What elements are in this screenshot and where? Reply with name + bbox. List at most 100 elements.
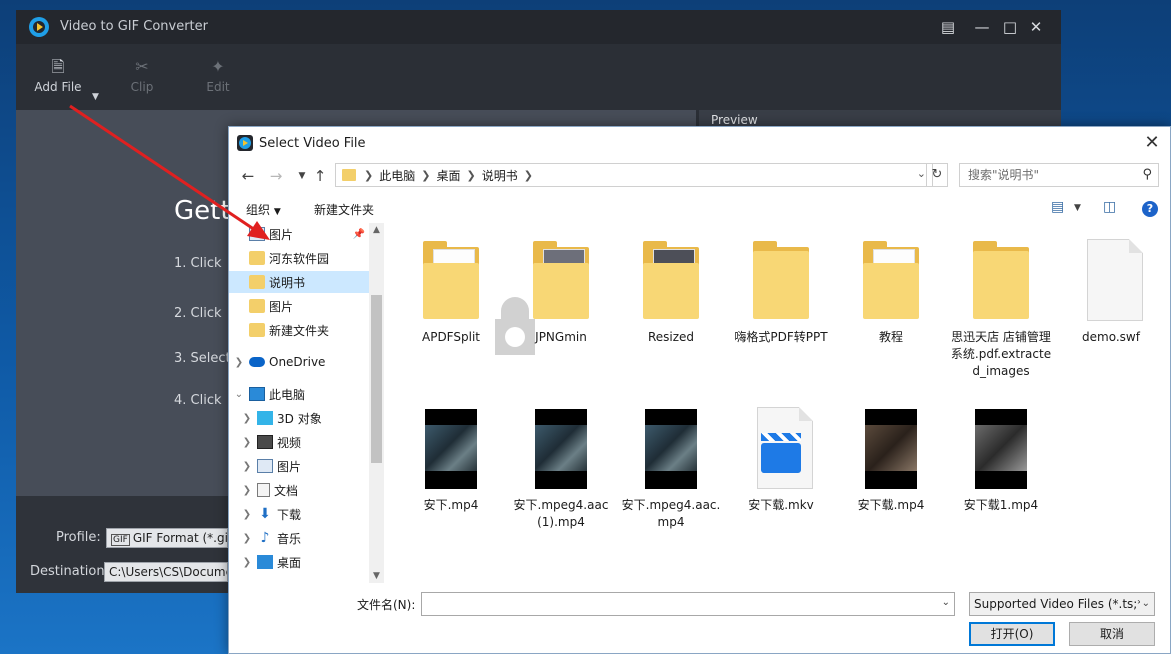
video-file-item[interactable]: 安下.mp4 [399,407,503,514]
chevron-down-icon[interactable]: ⌄ [233,389,245,400]
folder-item[interactable]: 思迅天店 店铺管理系统.pdf.extracted_images [949,239,1053,380]
profile-select[interactable]: GIF GIF Format (*.gi [106,528,228,548]
chevron-down-icon: ▼ [273,207,281,217]
folder-item[interactable]: APDFSplit [399,239,503,346]
scroll-up-icon[interactable]: ▲ [369,225,384,235]
tree-item-pictures[interactable]: ❯ 图片 [229,455,369,477]
tree-item-label: 视频 [277,435,302,450]
scroll-thumb[interactable] [371,295,382,463]
step-1: 1. Click [174,256,222,271]
cube-icon [257,411,273,425]
help-icon[interactable]: ? [1142,201,1158,217]
file-item[interactable]: demo.swf [1059,239,1163,346]
file-name: 安下载.mp4 [857,498,925,512]
address-bar[interactable]: ❯ 此电脑 ❯ 桌面 ❯ 说明书 ❯ ⌄ [335,163,933,187]
tree-item-pictures-quick[interactable]: 图片 📌 [229,223,369,245]
tree-item-new-folder[interactable]: 新建文件夹 [229,319,369,341]
filename-input[interactable]: ⌄ [421,592,955,616]
tree-item-manual[interactable]: 说明书 [229,271,369,293]
up-icon[interactable]: ↑ [309,165,331,187]
sparkle-icon: ✦ [211,57,225,76]
chevron-right-icon[interactable]: ❯ [241,557,253,568]
address-dropdown-icon[interactable]: ⌄ [917,167,926,180]
refresh-icon[interactable]: ↻ [926,163,948,187]
breadcrumb-separator-icon[interactable]: ❯ [364,169,373,182]
chevron-right-icon[interactable]: ❯ [241,413,253,424]
view-options-icon[interactable]: ▤ [1051,199,1064,215]
chevron-right-icon[interactable]: ❯ [241,533,253,544]
folder-item[interactable]: JPNGmin [509,239,613,346]
tree-item-label: 河东软件园 [269,251,330,266]
tree-item-desktop[interactable]: ❯ 桌面 [229,551,369,573]
add-file-dropdown-icon[interactable]: ▼ [92,92,99,102]
tree-item-label: 新建文件夹 [269,323,330,338]
close-icon[interactable]: ✕ [1026,17,1046,37]
video-file-item[interactable]: 安下载1.mp4 [949,407,1053,514]
organize-menu[interactable]: 组织 ▼ [246,201,281,218]
cancel-button[interactable]: 取消 [1069,622,1155,646]
tree-item-documents[interactable]: ❯ 文档 [229,479,369,501]
tree-item-videos[interactable]: ❯ 视频 [229,431,369,453]
video-file-item[interactable]: 安下.mpeg4.aac.mp4 [619,407,723,531]
tree-item-pictures-folder[interactable]: 图片 [229,295,369,317]
breadcrumb-pc[interactable]: 此电脑 [379,167,415,184]
chevron-right-icon[interactable]: ❯ [241,509,253,520]
chevron-right-icon[interactable]: ❯ [233,357,245,368]
tree-item-onedrive[interactable]: ❯ OneDrive [229,351,369,373]
video-file-item[interactable]: 安下载.mp4 [839,407,943,514]
scroll-down-icon[interactable]: ▼ [369,571,384,581]
music-icon: ♪ [260,530,270,546]
search-input[interactable]: 搜索"说明书" ⚲ [959,163,1159,187]
pin-icon: 📌 [352,228,365,240]
step-2: 2. Click [174,306,222,321]
folder-item[interactable]: 教程 [839,239,943,346]
file-name: APDFSplit [422,330,480,344]
folder-icon [249,275,265,289]
film-icon [257,435,273,449]
folder-item[interactable]: 嗨格式PDF转PPT [729,239,833,346]
chevron-down-icon[interactable]: ⌄ [942,597,950,608]
document-icon [257,483,270,497]
open-button[interactable]: 打开(O) [969,622,1055,646]
clip-button[interactable]: ✂ Clip [112,56,172,94]
preview-pane-icon[interactable]: ◫ [1103,199,1116,215]
edit-button[interactable]: ✦ Edit [188,56,248,94]
breadcrumb-separator-icon[interactable]: ❯ [421,169,430,182]
breadcrumb-desktop[interactable]: 桌面 [436,167,460,184]
view-dropdown-icon[interactable]: ▼ [1074,203,1081,213]
organize-label: 组织 [246,203,271,217]
breadcrumb-manual[interactable]: 说明书 [482,167,518,184]
menu-icon[interactable]: ▤ [938,17,958,37]
tree-scrollbar[interactable]: ▲ ▼ [369,223,384,583]
tree-item-downloads[interactable]: ❯ ⬇ 下载 [229,503,369,525]
chevron-right-icon[interactable]: ❯ [241,461,253,472]
dialog-close-icon[interactable]: ✕ [1140,131,1164,155]
tree-item-music[interactable]: ❯ ♪ 音乐 [229,527,369,549]
breadcrumb-separator-icon[interactable]: ❯ [466,169,475,182]
file-type-select[interactable]: Supported Video Files (*.ts;* ⌄ [969,592,1155,616]
tree-item-3d-objects[interactable]: ❯ 3D 对象 [229,407,369,429]
folder-item[interactable]: Resized [619,239,723,346]
chevron-right-icon[interactable]: ❯ [241,437,253,448]
video-file-item[interactable]: 安下载.mkv [729,407,833,514]
minimize-icon[interactable]: — [972,17,992,37]
video-file-item[interactable]: 安下.mpeg4.aac(1).mp4 [509,407,613,531]
new-folder-button[interactable]: 新建文件夹 [314,201,374,218]
breadcrumb-separator-icon[interactable]: ❯ [524,169,533,182]
tree-item-hedong[interactable]: 河东软件园 [229,247,369,269]
back-icon[interactable]: ← [237,165,259,187]
file-name: 安下.mp4 [423,498,479,512]
clip-label: Clip [130,80,154,94]
add-file-button[interactable]: 🗎 Add File [28,56,88,94]
forward-icon[interactable]: → [265,165,287,187]
command-bar: 组织 ▼ 新建文件夹 ▤ ▼ ◫ ? [229,193,1170,223]
tree-item-this-pc[interactable]: ⌄ 此电脑 [229,383,369,405]
folder-icon [749,239,813,323]
chevron-right-icon[interactable]: ❯ [241,485,253,496]
folder-icon [639,239,703,323]
file-name: 安下载1.mp4 [963,498,1039,512]
destination-field[interactable]: C:\Users\CS\Docume [104,562,228,582]
maximize-icon[interactable]: □ [1000,17,1020,37]
search-icon: ⚲ [1142,167,1152,182]
file-name: demo.swf [1082,330,1140,344]
